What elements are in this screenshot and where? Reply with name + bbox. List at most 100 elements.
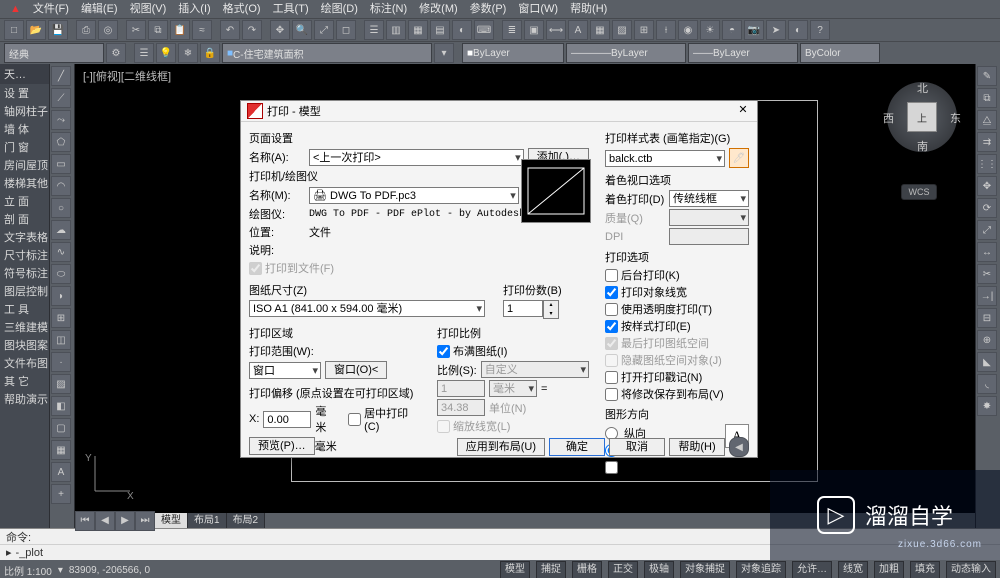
pagesetup-name-select[interactable]: <上一次打印>: [309, 149, 524, 166]
circle-icon[interactable]: ○: [51, 198, 71, 218]
status-lw[interactable]: 线宽: [838, 561, 868, 578]
rect-icon[interactable]: ▭: [51, 154, 71, 174]
shade-mode-select[interactable]: 传统线框: [669, 190, 749, 207]
side-item[interactable]: 帮助演示: [0, 390, 49, 408]
workspace-gear-icon[interactable]: ⚙: [106, 43, 126, 63]
plot-option-check-6[interactable]: [605, 371, 618, 384]
layerstate-icon[interactable]: ▾: [434, 43, 454, 63]
toolpalette-icon[interactable]: ▦: [408, 20, 428, 40]
styletable-select[interactable]: balck.ctb: [605, 150, 725, 167]
status-otrack[interactable]: 对象追踪: [736, 561, 786, 578]
expand-icon[interactable]: ◀: [729, 437, 749, 457]
menu-window[interactable]: 窗口(W): [512, 0, 564, 18]
group-icon[interactable]: ⊞: [634, 20, 654, 40]
point-icon[interactable]: ·: [51, 352, 71, 372]
menu-draw[interactable]: 绘图(D): [315, 0, 364, 18]
hatch2-icon[interactable]: ▨: [51, 374, 71, 394]
camera-icon[interactable]: 📷: [744, 20, 764, 40]
plot-option-check-1[interactable]: [605, 286, 618, 299]
side-item[interactable]: 立 面: [0, 192, 49, 210]
status-fill[interactable]: 填充: [910, 561, 940, 578]
plotstyle-select[interactable]: ByColor: [800, 43, 880, 63]
side-item[interactable]: 轴网柱子: [0, 102, 49, 120]
light-icon[interactable]: ☀: [700, 20, 720, 40]
wcs-label[interactable]: WCS: [901, 184, 937, 200]
lineweight-select[interactable]: —— ByLayer: [688, 43, 798, 63]
apply-layout-button[interactable]: 应用到布局(U): [457, 438, 545, 456]
styletable-edit-icon[interactable]: 🖊: [729, 148, 749, 168]
viewcube-north[interactable]: 北: [917, 80, 928, 96]
mtext-icon[interactable]: A: [51, 462, 71, 482]
side-item[interactable]: 设 置: [0, 84, 49, 102]
help-button[interactable]: 帮助(H): [669, 438, 725, 456]
spline-icon[interactable]: ∿: [51, 242, 71, 262]
table2-icon[interactable]: ▦: [51, 440, 71, 460]
copy-icon[interactable]: ⧉: [148, 20, 168, 40]
menu-edit[interactable]: 编辑(E): [75, 0, 124, 18]
side-item[interactable]: 门 窗: [0, 138, 49, 156]
layer-select[interactable]: ■ C-住宅建筑面积: [222, 43, 432, 63]
side-item[interactable]: 文字表格: [0, 228, 49, 246]
plot-option-1[interactable]: 打印对象线宽: [605, 284, 749, 300]
markup-icon[interactable]: ◐: [452, 20, 472, 40]
join-icon[interactable]: ⊕: [977, 330, 997, 350]
linetype-select[interactable]: ———— ByLayer: [566, 43, 686, 63]
color-select[interactable]: ■ ByLayer: [462, 43, 564, 63]
tab-model[interactable]: 模型: [155, 513, 188, 528]
fillet-icon[interactable]: ◟: [977, 374, 997, 394]
tab-last-icon[interactable]: ⏭: [135, 511, 155, 531]
visual-icon[interactable]: ◐: [788, 20, 808, 40]
side-item[interactable]: 墙 体: [0, 120, 49, 138]
viewport-label[interactable]: [-][俯视][二维线框]: [83, 68, 171, 84]
revcloud-icon[interactable]: ☁: [51, 220, 71, 240]
menu-param[interactable]: 参数(P): [464, 0, 513, 18]
table-icon[interactable]: ▦: [590, 20, 610, 40]
side-item[interactable]: 符号标注: [0, 264, 49, 282]
render-icon[interactable]: ◉: [678, 20, 698, 40]
center-plot-check[interactable]: [348, 413, 361, 426]
print-icon[interactable]: ⎙: [76, 20, 96, 40]
scale-icon[interactable]: ⤢: [977, 220, 997, 240]
status-allow[interactable]: 允许…: [792, 561, 832, 578]
pline-icon[interactable]: ⤳: [51, 110, 71, 130]
plot-option-7[interactable]: 将修改保存到布局(V): [605, 386, 749, 402]
walk-icon[interactable]: ➤: [766, 20, 786, 40]
tab-first-icon[interactable]: ⏮: [75, 511, 95, 531]
offset-icon[interactable]: ⇉: [977, 132, 997, 152]
open-icon[interactable]: 📂: [26, 20, 46, 40]
preview-icon[interactable]: ◎: [98, 20, 118, 40]
cut-icon[interactable]: ✂: [126, 20, 146, 40]
plot-option-2[interactable]: 使用透明度打印(T): [605, 301, 749, 317]
sheetset-icon[interactable]: ▤: [430, 20, 450, 40]
plot-option-check-0[interactable]: [605, 269, 618, 282]
text-icon[interactable]: A: [568, 20, 588, 40]
layer-freeze-icon[interactable]: ❄: [178, 43, 198, 63]
measure-icon[interactable]: ⟊: [656, 20, 676, 40]
offset-x-input[interactable]: 0.00: [263, 411, 311, 428]
line-icon[interactable]: ╱: [51, 66, 71, 86]
erase-icon[interactable]: ✎: [977, 66, 997, 86]
array-icon[interactable]: ⋮⋮: [977, 154, 997, 174]
plot-option-check-2[interactable]: [605, 303, 618, 316]
layerprop-icon[interactable]: ☰: [134, 43, 154, 63]
menu-dim[interactable]: 标注(N): [364, 0, 413, 18]
side-item[interactable]: 图层控制: [0, 282, 49, 300]
side-item[interactable]: 文件布图: [0, 354, 49, 372]
layer-bulb-icon[interactable]: 💡: [156, 43, 176, 63]
zoom-extents-icon[interactable]: ⤢: [314, 20, 334, 40]
xline-icon[interactable]: ⟋: [51, 88, 71, 108]
region-icon[interactable]: ▢: [51, 418, 71, 438]
calc-icon[interactable]: ⌨: [474, 20, 494, 40]
save-icon[interactable]: 💾: [48, 20, 68, 40]
plotarea-window-button[interactable]: 窗口(O)<: [325, 361, 387, 379]
close-icon[interactable]: ✕: [735, 103, 751, 119]
status-osnap[interactable]: 对象捕捉: [680, 561, 730, 578]
side-item[interactable]: 房间屋顶: [0, 156, 49, 174]
copies-input[interactable]: 1: [503, 300, 543, 317]
polygon-icon[interactable]: ⬠: [51, 132, 71, 152]
material-icon[interactable]: ◓: [722, 20, 742, 40]
plot-option-check-3[interactable]: [605, 320, 618, 333]
plot-option-6[interactable]: 打开打印戳记(N): [605, 369, 749, 385]
status-polar[interactable]: 极轴: [644, 561, 674, 578]
side-item[interactable]: 其 它: [0, 372, 49, 390]
